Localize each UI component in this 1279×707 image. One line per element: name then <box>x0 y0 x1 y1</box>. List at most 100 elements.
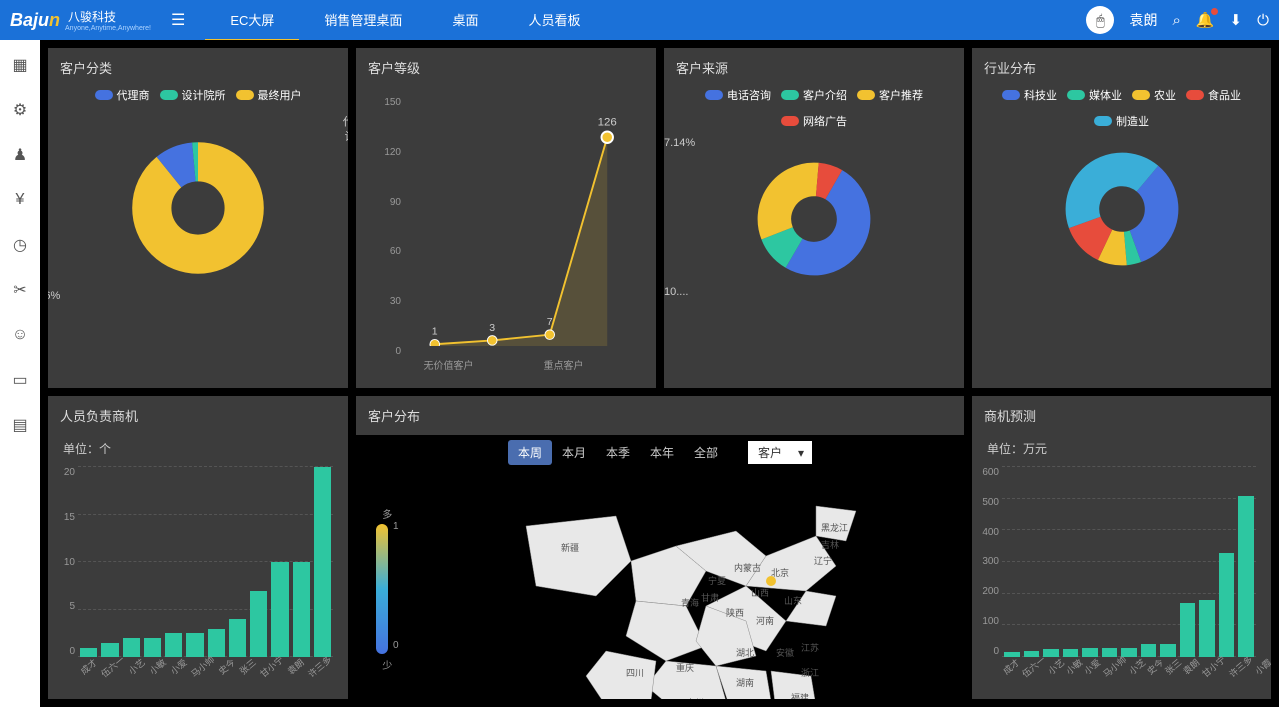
svg-text:内蒙古: 内蒙古 <box>734 562 761 573</box>
panel-title: 人员负责商机 <box>48 396 348 435</box>
filter-all[interactable]: 全部 <box>684 440 728 465</box>
svg-text:山东: 山东 <box>784 595 802 606</box>
legend-item[interactable]: 网络广告 <box>781 113 847 129</box>
svg-text:陕西: 陕西 <box>726 607 744 618</box>
legend-item[interactable]: 媒体业 <box>1067 87 1122 103</box>
bar <box>80 648 97 658</box>
panel-industry: 行业分布 科技业媒体业农业食品业制造业 科技业：... 媒体业：4.17% 农业… <box>972 48 1271 388</box>
bar <box>314 467 331 657</box>
china-map: 新疆 黑龙江 吉林 辽宁 内蒙古 北京 山西 山东 河南 陕西 甘肃 青海 宁夏… <box>476 476 896 699</box>
dimension-select[interactable]: 客户 ▾ <box>748 441 812 464</box>
yen-icon[interactable]: ¥ <box>10 190 30 210</box>
bar <box>1160 644 1176 657</box>
person-icon[interactable]: ♟ <box>10 145 30 165</box>
bar <box>1199 600 1215 657</box>
bar <box>186 633 203 657</box>
dashboard: 客户分类 代理商设计院所最终用户 代理商：9.38% 设计院所：1.... 最终… <box>40 40 1279 707</box>
gear-icon[interactable]: ⚙ <box>10 100 30 120</box>
line-chart: 1501209060300 1 3 7 126 无价值客户 重点客户 <box>376 97 636 357</box>
slice-label: 最终用户：89.06% <box>48 287 60 303</box>
bar <box>1043 649 1059 657</box>
filter-quarter[interactable]: 本季 <box>596 440 640 465</box>
svg-text:江苏: 江苏 <box>801 642 819 653</box>
bar <box>250 591 267 658</box>
username: 袁朗 <box>1129 10 1157 30</box>
legend-item[interactable]: 食品业 <box>1186 87 1241 103</box>
x-axis: 成才伍六一小艺小敏小爱马小帅小芝史今张三袁朗甘小宁许三多小霞 <box>1002 660 1256 673</box>
panel-customer-distribution: 客户分布 本周 本月 本季 本年 全部 客户 ▾ 多 1 0 <box>356 396 964 699</box>
legend-item[interactable]: 电话咨询 <box>705 87 771 103</box>
tab-sales[interactable]: 销售管理桌面 <box>299 0 427 41</box>
logo-tagline: Anyone,Anytime,Anywhere! <box>65 25 151 32</box>
avatar[interactable]: 🖱 <box>1086 6 1114 34</box>
legend: 科技业媒体业农业食品业制造业 <box>972 87 1271 134</box>
legend-item[interactable]: 制造业 <box>1094 113 1149 129</box>
panel-customer-source: 客户来源 电话咨询客户介绍客户推荐网络广告 网络广告：7.14% 客户推荐： 客… <box>664 48 964 388</box>
slice-label: 代理商：9.38% <box>343 113 348 129</box>
bar <box>144 638 161 657</box>
bar <box>1141 644 1157 657</box>
svg-text:安徽: 安徽 <box>776 647 794 658</box>
donut-chart: 代理商：9.38% 设计院所：1.... 最终用户：89.06% <box>48 138 348 278</box>
filter-week[interactable]: 本周 <box>508 440 552 465</box>
bar <box>208 629 225 658</box>
panel-title: 客户来源 <box>664 48 964 87</box>
user-icon[interactable]: ☺ <box>10 325 30 345</box>
bar-chart: 20151050 <box>78 467 333 657</box>
panel-staff-business: 人员负责商机 单位：个 20151050 成才伍六一小艺小敏小爱马小帅史今张三甘… <box>48 396 348 699</box>
donut-chart: 科技业：... 媒体业：4.17% 农业：8.33% 食品业：12.5% 制造业… <box>972 149 1271 269</box>
bar <box>229 619 246 657</box>
download-icon[interactable]: ⬇ <box>1230 11 1243 29</box>
filter-year[interactable]: 本年 <box>640 440 684 465</box>
bar <box>1219 553 1235 658</box>
bar-chart: 6005004003002001000 <box>1002 467 1256 657</box>
monitor-icon[interactable]: ▭ <box>10 370 30 390</box>
tab-ec[interactable]: EC大屏 <box>205 0 299 41</box>
compass-icon[interactable]: ◷ <box>10 235 30 255</box>
panel-business-forecast: 商机预测 单位：万元 6005004003002001000 成才伍六一小艺小敏… <box>972 396 1271 699</box>
unit-label: 单位：万元 <box>972 435 1271 462</box>
filter-bar: 本周 本月 本季 本年 全部 客户 ▾ <box>356 435 964 470</box>
search-icon[interactable]: ⌕ <box>1172 12 1180 29</box>
user-area: 🖱 袁朗 ⌕ 🔔 ⬇ ⏻ <box>1086 6 1269 34</box>
logo-cn: 八骏科技 <box>68 8 151 25</box>
legend-item[interactable]: 客户介绍 <box>781 87 847 103</box>
document-icon[interactable]: ▤ <box>10 415 30 435</box>
legend-item[interactable]: 最终用户 <box>236 87 302 103</box>
slice-label: 客户介绍：10.... <box>664 283 688 299</box>
svg-text:浙江: 浙江 <box>801 667 819 678</box>
legend-item[interactable]: 设计院所 <box>160 87 226 103</box>
grid-icon[interactable]: ▦ <box>10 55 30 75</box>
x-axis: 无价值客户 重点客户 <box>406 357 636 372</box>
legend-item[interactable]: 代理商 <box>95 87 150 103</box>
bell-icon[interactable]: 🔔 <box>1196 11 1215 29</box>
panel-customer-level: 客户等级 1501209060300 1 3 7 126 无价值客户 <box>356 48 656 388</box>
legend-item[interactable]: 农业 <box>1132 87 1176 103</box>
tab-desktop[interactable]: 桌面 <box>427 0 503 41</box>
panel-title: 行业分布 <box>972 48 1271 87</box>
svg-text:山西: 山西 <box>751 588 769 598</box>
filter-month[interactable]: 本月 <box>552 440 596 465</box>
svg-text:黑龙江: 黑龙江 <box>821 522 848 533</box>
svg-text:7: 7 <box>547 316 553 328</box>
left-sidebar: ▦ ⚙ ♟ ¥ ◷ ✂ ☺ ▭ ▤ <box>0 40 40 707</box>
legend-item[interactable]: 客户推荐 <box>857 87 923 103</box>
svg-text:辽宁: 辽宁 <box>814 555 832 566</box>
svg-text:3: 3 <box>489 322 495 334</box>
power-icon[interactable]: ⏻ <box>1257 12 1269 29</box>
svg-text:宁夏: 宁夏 <box>708 575 726 586</box>
hamburger-icon[interactable]: ☰ <box>171 10 185 30</box>
top-bar: Bajun 八骏科技 Anyone,Anytime,Anywhere! ☰ EC… <box>0 0 1279 40</box>
svg-text:吉林: 吉林 <box>821 539 839 550</box>
bar <box>1180 603 1196 657</box>
slice-label: 设计院所：1.... <box>345 128 348 144</box>
y-axis: 20151050 <box>53 467 75 657</box>
svg-text:湖北: 湖北 <box>736 648 754 658</box>
tab-staff[interactable]: 人员看板 <box>503 0 605 41</box>
tools-icon[interactable]: ✂ <box>10 280 30 300</box>
y-axis: 1501209060300 <box>376 97 401 357</box>
legend-item[interactable]: 科技业 <box>1002 87 1057 103</box>
panel-title: 客户分类 <box>48 48 348 87</box>
legend: 代理商设计院所最终用户 <box>48 87 348 108</box>
svg-text:湖南: 湖南 <box>736 677 754 688</box>
